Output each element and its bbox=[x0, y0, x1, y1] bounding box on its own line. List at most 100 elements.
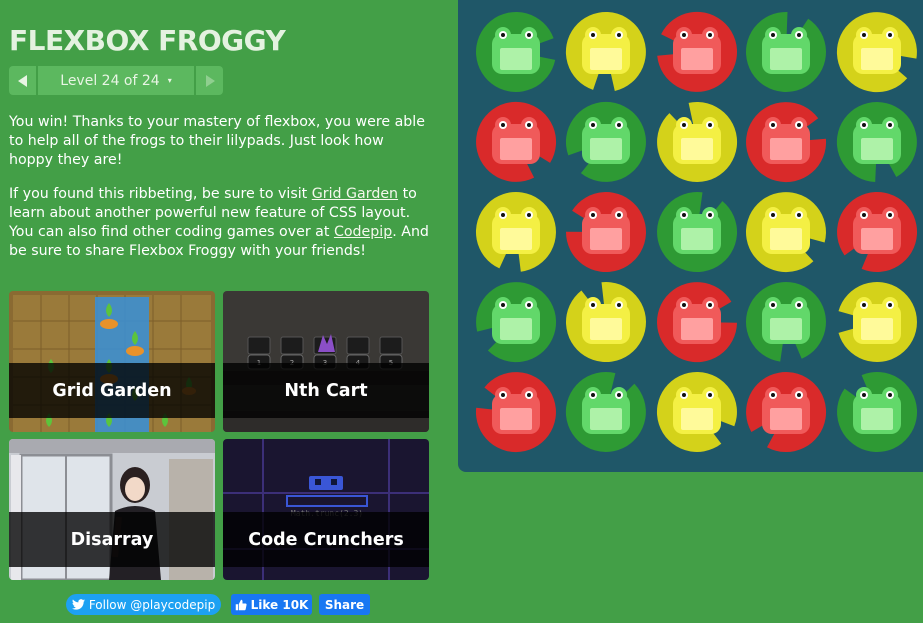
frog-belly bbox=[681, 318, 713, 340]
frog-belly bbox=[770, 228, 802, 250]
frog-pupil bbox=[862, 33, 866, 37]
frog-belly bbox=[861, 138, 893, 160]
tile-label: Nth Cart bbox=[223, 363, 429, 418]
frog-belly bbox=[681, 228, 713, 250]
frog-pupil bbox=[591, 303, 595, 307]
red-frog-on-lilypad bbox=[565, 192, 646, 273]
frog-pupil bbox=[888, 213, 892, 217]
frog-pupil bbox=[862, 303, 866, 307]
more-games-paragraph: If you found this ribbeting, be sure to … bbox=[9, 185, 429, 261]
frog-belly bbox=[590, 48, 622, 70]
yellow-frog-on-lilypad bbox=[745, 192, 826, 273]
frog-pupil bbox=[617, 393, 621, 397]
green-frog-on-lilypad bbox=[475, 11, 556, 92]
red-frog-on-lilypad bbox=[746, 102, 827, 183]
frog-pupil bbox=[682, 123, 686, 127]
tile-label: Grid Garden bbox=[9, 363, 215, 418]
frog-pupil bbox=[682, 213, 686, 217]
frog-pupil bbox=[527, 303, 531, 307]
frog-pupil bbox=[862, 393, 866, 397]
codepip-link[interactable]: Codepip bbox=[334, 224, 392, 240]
frog-belly bbox=[861, 228, 893, 250]
frog-pupil bbox=[591, 393, 595, 397]
green-frog-on-lilypad bbox=[476, 282, 557, 363]
red-frog-on-lilypad bbox=[746, 372, 827, 453]
level-navigation: Level 24 of 24 ▾ bbox=[9, 66, 223, 95]
frog-pupil bbox=[797, 303, 801, 307]
frog-belly bbox=[590, 138, 622, 160]
frog-belly bbox=[590, 408, 622, 430]
frog-pupil bbox=[617, 123, 621, 127]
next-level-button[interactable] bbox=[196, 66, 223, 95]
previous-level-button[interactable] bbox=[9, 66, 36, 95]
facebook-share-button[interactable]: Share bbox=[319, 594, 370, 615]
red-frog-on-lilypad bbox=[837, 192, 918, 273]
thumbs-up-icon bbox=[235, 599, 247, 610]
code-crunchers-tile[interactable]: Math.trunc(2.3) Code Crunchers bbox=[223, 439, 429, 580]
frog-pupil bbox=[501, 213, 505, 217]
yellow-frog-on-lilypad bbox=[565, 282, 646, 363]
frog-pupil bbox=[862, 123, 866, 127]
frog-belly bbox=[590, 228, 622, 250]
green-frog-on-lilypad bbox=[657, 192, 738, 273]
frog-pupil bbox=[527, 393, 531, 397]
frog-pupil bbox=[771, 393, 775, 397]
disarray-tile[interactable]: Disarray bbox=[9, 439, 215, 580]
red-frog-on-lilypad bbox=[657, 11, 738, 92]
frog-pupil bbox=[862, 213, 866, 217]
frog-pupil bbox=[797, 213, 801, 217]
lilypad-grid bbox=[475, 11, 918, 453]
frog-belly bbox=[681, 138, 713, 160]
frog-belly bbox=[861, 48, 893, 70]
frog-pupil bbox=[708, 213, 712, 217]
level-selector[interactable]: Level 24 of 24 ▾ bbox=[38, 66, 194, 95]
tile-label: Code Crunchers bbox=[223, 512, 429, 567]
red-frog-on-lilypad bbox=[476, 101, 557, 182]
frog-pupil bbox=[591, 213, 595, 217]
frog-pupil bbox=[527, 213, 531, 217]
frog-pupil bbox=[797, 393, 801, 397]
frog-belly bbox=[500, 48, 532, 70]
frog-pupil bbox=[888, 393, 892, 397]
frog-pupil bbox=[527, 123, 531, 127]
grid-garden-tile[interactable]: Grid Garden bbox=[9, 291, 215, 432]
frog-pupil bbox=[682, 393, 686, 397]
twitter-bird-icon bbox=[71, 599, 85, 610]
yellow-frog-on-lilypad bbox=[565, 12, 646, 91]
frog-pupil bbox=[771, 213, 775, 217]
frog-pupil bbox=[771, 33, 775, 37]
frog-pupil bbox=[501, 393, 505, 397]
red-frog-on-lilypad bbox=[657, 282, 737, 363]
frog-belly bbox=[500, 228, 532, 250]
game-title: FLEXBOX FROGGY bbox=[9, 24, 286, 57]
frog-pupil bbox=[888, 123, 892, 127]
frog-pupil bbox=[708, 33, 712, 37]
frog-pupil bbox=[682, 303, 686, 307]
frog-belly bbox=[500, 408, 532, 430]
frog-pupil bbox=[888, 303, 892, 307]
frog-pupil bbox=[797, 123, 801, 127]
frog-belly bbox=[681, 48, 713, 70]
tile-label: Disarray bbox=[9, 512, 215, 567]
red-frog-on-lilypad bbox=[475, 372, 556, 453]
frog-pupil bbox=[771, 303, 775, 307]
more-text-part-1: If you found this ribbeting, be sure to … bbox=[9, 186, 312, 202]
twitter-follow-label: Follow @playcodepip bbox=[88, 597, 216, 612]
grid-garden-link[interactable]: Grid Garden bbox=[312, 186, 398, 202]
green-frog-on-lilypad bbox=[837, 371, 918, 452]
arrow-right-icon bbox=[205, 74, 215, 87]
twitter-follow-button[interactable]: Follow @playcodepip bbox=[66, 594, 221, 615]
yellow-frog-on-lilypad bbox=[656, 371, 737, 452]
frog-belly bbox=[770, 138, 802, 160]
frog-pupil bbox=[797, 33, 801, 37]
frog-belly bbox=[590, 318, 622, 340]
frog-pupil bbox=[682, 33, 686, 37]
yellow-frog-on-lilypad bbox=[836, 12, 917, 93]
frog-pupil bbox=[591, 123, 595, 127]
green-frog-on-lilypad bbox=[745, 11, 826, 92]
frog-pupil bbox=[501, 303, 505, 307]
nth-cart-tile[interactable]: 1 2 3 4 5 Nth Cart bbox=[223, 291, 429, 432]
frog-pupil bbox=[708, 123, 712, 127]
frog-pupil bbox=[771, 123, 775, 127]
facebook-like-button[interactable]: Like 10K bbox=[231, 594, 312, 615]
